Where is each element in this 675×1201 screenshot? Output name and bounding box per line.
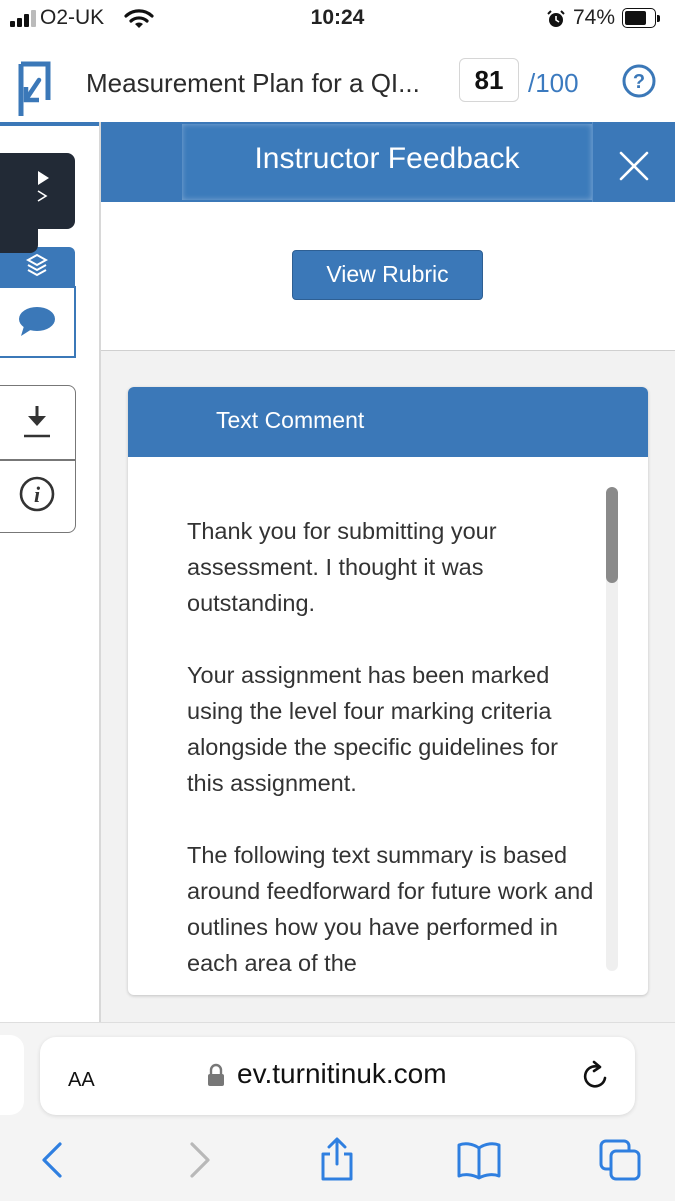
help-icon[interactable]: ? xyxy=(622,64,656,98)
lock-icon xyxy=(208,1063,224,1086)
comment-scroll-thumb[interactable] xyxy=(606,487,618,583)
alarm-icon xyxy=(547,10,565,27)
reload-icon[interactable] xyxy=(579,1060,611,1092)
text-comment-header: Text Comment xyxy=(128,387,648,457)
reader-mode-label: AA xyxy=(68,1069,95,1091)
close-icon[interactable] xyxy=(618,150,650,182)
back-icon[interactable] xyxy=(34,1140,74,1180)
reader-mode-button[interactable]: AA xyxy=(68,1062,95,1093)
rail-accent-line xyxy=(0,122,100,126)
feedback-title: Instructor Feedback xyxy=(254,142,520,175)
text-comment-card: Text Comment Thank you for submitting yo… xyxy=(128,387,648,995)
score-value[interactable]: 81 xyxy=(459,58,519,102)
text-comment-label: Text Comment xyxy=(216,407,365,433)
close-separator xyxy=(592,122,593,202)
comments-tab[interactable] xyxy=(0,286,76,358)
comment-paragraph: Thank you for submitting your assessment… xyxy=(187,518,497,616)
info-icon[interactable]: i xyxy=(19,476,55,512)
forward-icon[interactable] xyxy=(178,1140,218,1180)
layers-icon xyxy=(26,253,48,277)
url-text[interactable]: ev.turnitinuk.com xyxy=(237,1058,447,1090)
panel-toggle-tab[interactable] xyxy=(0,153,75,229)
tabs-icon[interactable] xyxy=(598,1138,644,1182)
tools-separator xyxy=(0,459,76,461)
download-icon[interactable] xyxy=(22,404,52,440)
battery-icon xyxy=(622,8,660,28)
turnitin-logo-icon[interactable] xyxy=(15,60,55,118)
battery-percent: 74% xyxy=(573,6,616,29)
status-bar: O2-UK 10:24 74% xyxy=(0,0,675,38)
comment-paragraph: Your assignment has been marked using th… xyxy=(187,662,559,796)
document-title[interactable]: Measurement Plan for a QI... xyxy=(86,68,420,99)
score-max: /100 xyxy=(528,68,579,98)
bookmarks-icon[interactable] xyxy=(456,1140,502,1180)
svg-text:i: i xyxy=(34,482,41,507)
panel-toggle-icon xyxy=(37,171,49,202)
previous-tab-card[interactable] xyxy=(0,1035,24,1115)
comment-text: Thank you for submitting your assessment… xyxy=(187,513,597,995)
comment-bubble-icon xyxy=(19,307,55,336)
svg-text:?: ? xyxy=(633,71,645,93)
comment-paragraph: The following text summary is based arou… xyxy=(187,842,594,976)
layers-tab[interactable] xyxy=(0,247,75,287)
view-rubric-button[interactable]: View Rubric xyxy=(292,250,483,300)
share-icon[interactable] xyxy=(317,1136,357,1182)
